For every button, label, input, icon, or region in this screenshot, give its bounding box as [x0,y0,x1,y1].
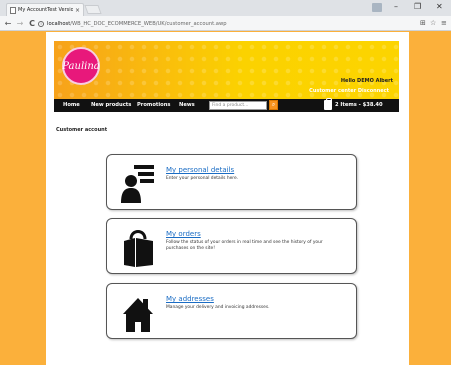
back-button[interactable]: ← [4,19,12,28]
forward-button[interactable]: → [16,19,24,28]
browser-toolbar: ← → C i localhost /WB_HC_DOC_ECOMMERCE_W… [0,16,451,31]
browser-titlebar: My AccountTest Versio × – ❐ ✕ [0,0,451,16]
restore-button[interactable]: ❐ [414,2,421,11]
search-button[interactable]: ⌕ [269,100,278,110]
profile-icon[interactable] [372,3,382,12]
nav-news[interactable]: News [179,102,195,108]
cart-icon[interactable] [324,98,332,110]
orders-description: Follow the status of your orders in real… [166,240,323,251]
orders-link[interactable]: My orders [166,230,201,238]
addresses-description: Manage your delivery and invoicing addre… [166,305,270,310]
search-icon: ⌕ [271,101,276,108]
house-icon [123,298,153,332]
menu-icon[interactable]: ≡ [441,19,447,27]
nav-promotions[interactable]: Promotions [137,102,171,108]
person-details-icon [121,165,154,203]
logo-text: Paulina [62,60,100,72]
site-banner: Paulina Hello DEMO Albert Customer cente… [54,41,399,99]
site-navbar: Home New products Promotions News Find a… [54,98,399,112]
tab-close-icon[interactable]: × [75,7,80,14]
minimize-button[interactable]: – [394,2,398,11]
new-tab-button[interactable] [84,5,102,14]
greeting-text: Hello DEMO Albert [340,78,393,84]
browser-tab[interactable]: My AccountTest Versio × [6,3,84,16]
card-addresses[interactable]: My addresses Manage your delivery and in… [106,283,357,339]
reload-button[interactable]: C [28,19,36,28]
address-bar[interactable]: i localhost /WB_HC_DOC_ECOMMERCE_WEB/UK/… [38,18,418,29]
addresses-link[interactable]: My addresses [166,295,214,303]
info-icon[interactable]: i [38,20,44,27]
personal-details-description: Enter your personal details here. [166,176,239,181]
close-window-button[interactable]: ✕ [436,2,443,11]
nav-new-products[interactable]: New products [91,102,131,108]
address-path: /WB_HC_DOC_ECOMMERCE_WEB/UK/customer_acc… [70,20,227,27]
nav-home[interactable]: Home [63,102,80,108]
card-orders[interactable]: My orders Follow the status of your orde… [106,218,357,274]
personal-details-link[interactable]: My personal details [166,166,234,174]
page-title: Customer account [56,127,108,133]
site-logo[interactable]: Paulina [62,47,100,85]
customer-center-link[interactable]: Customer center Disconnect [309,88,389,94]
document-icon [10,6,16,14]
translate-icon[interactable]: ⊞ [420,19,426,27]
page-content: Paulina Hello DEMO Albert Customer cente… [46,32,409,365]
search-input[interactable]: Find a product... [209,101,267,110]
star-icon[interactable]: ☆ [430,19,436,27]
cart-link[interactable]: 2 Items - $38.40 [335,102,383,108]
tab-title: My AccountTest Versio [18,7,73,13]
card-personal-details[interactable]: My personal details Enter your personal … [106,154,357,210]
address-host: localhost [47,20,71,27]
shopping-bag-icon [124,230,153,267]
